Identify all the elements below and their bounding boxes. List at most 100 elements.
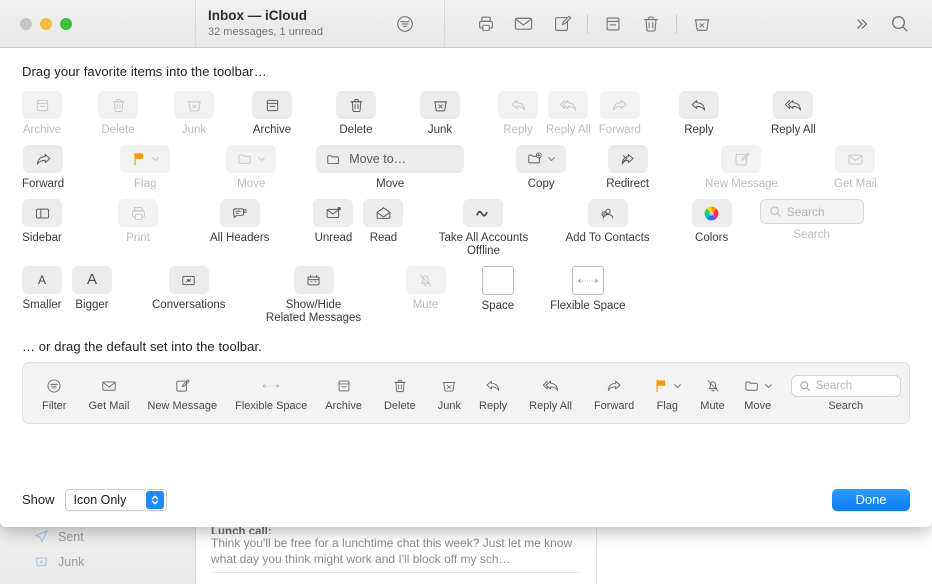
copy-folder-icon[interactable] <box>516 145 566 173</box>
search-field[interactable]: Search <box>791 375 901 397</box>
junk-icon[interactable] <box>683 9 721 39</box>
unread-icon[interactable] <box>313 199 353 227</box>
palette-item-reply[interactable]: Reply <box>679 85 719 137</box>
palette-item-add-to-contacts[interactable]: Add To Contacts <box>565 193 649 245</box>
palette-item-smaller[interactable]: ASmaller <box>22 260 62 312</box>
sidebar-item-junk[interactable]: Junk <box>0 549 195 574</box>
default-item-reply[interactable]: Reply <box>470 375 516 412</box>
palette-item-space[interactable]: Space <box>482 260 515 313</box>
palette-item-get-mail[interactable]: Get Mail <box>834 139 877 191</box>
default-item-reply-all[interactable]: Reply All <box>520 375 581 412</box>
palette-item-delete[interactable]: Delete <box>336 85 376 137</box>
offline-icon[interactable] <box>463 199 503 227</box>
read-icon[interactable] <box>363 199 403 227</box>
filter-icon[interactable] <box>386 9 424 39</box>
flag-icon[interactable] <box>120 145 170 173</box>
default-toolbar-set[interactable]: FilterGet MailNew MessageFlexible SpaceA… <box>22 362 910 424</box>
close-button[interactable] <box>20 18 32 30</box>
archive-icon[interactable] <box>252 91 292 119</box>
palette-item-forward[interactable]: Forward <box>599 85 641 137</box>
default-item-forward[interactable]: Forward <box>585 375 643 412</box>
print-icon[interactable] <box>467 9 505 39</box>
palette-item-move[interactable]: Move to…Move <box>316 139 464 191</box>
flexible-space-icon[interactable] <box>572 266 604 295</box>
palette-item-search[interactable]: SearchSearch <box>760 193 864 242</box>
get-mail-icon[interactable] <box>505 9 543 39</box>
trash-icon[interactable] <box>98 91 138 119</box>
default-item-filter[interactable]: Filter <box>33 375 75 412</box>
palette-item-move[interactable]: Move <box>226 139 276 191</box>
palette-item-flexible-space[interactable]: Flexible Space <box>550 260 625 313</box>
palette-item-conversations[interactable]: Conversations <box>152 260 226 312</box>
default-item-mute[interactable]: Mute <box>691 375 733 412</box>
junk-icon[interactable] <box>420 91 460 119</box>
default-item-new-message[interactable]: New Message <box>138 375 226 412</box>
text-bigger-icon[interactable]: A <box>72 266 112 294</box>
palette-item-colors[interactable]: Colors <box>692 193 732 245</box>
maximize-button[interactable] <box>60 18 72 30</box>
reply-icon[interactable] <box>498 91 538 119</box>
palette-item-read[interactable]: Read <box>363 193 403 245</box>
sidebar-item-sent[interactable]: Sent <box>0 524 195 549</box>
palette-item-all-headers[interactable]: All Headers <box>210 193 269 245</box>
palette-item-sidebar[interactable]: Sidebar <box>22 193 62 245</box>
palette-item-forward[interactable]: Forward <box>22 139 64 191</box>
space-icon[interactable] <box>482 266 514 295</box>
delete-icon[interactable] <box>632 9 670 39</box>
print-icon[interactable] <box>118 199 158 227</box>
palette-item-archive[interactable]: Archive <box>22 85 62 137</box>
palette-item-mute[interactable]: Mute <box>406 260 446 312</box>
search-icon[interactable] <box>880 9 918 39</box>
conversations-icon[interactable] <box>169 266 209 294</box>
new-message-icon[interactable] <box>543 9 581 39</box>
palette-item-new-message[interactable]: New Message <box>705 139 778 191</box>
search-icon[interactable]: Search <box>760 199 864 224</box>
archive-icon[interactable] <box>22 91 62 119</box>
folder-icon[interactable]: Move to… <box>316 145 464 173</box>
palette-item-reply-all[interactable]: Reply All <box>546 85 591 137</box>
default-item-get-mail[interactable]: Get Mail <box>79 375 138 412</box>
palette-item-reply[interactable]: Reply <box>498 85 538 137</box>
default-item-delete[interactable]: Delete <box>375 375 425 412</box>
minimize-button[interactable] <box>40 18 52 30</box>
palette-item-print[interactable]: Print <box>118 193 158 245</box>
palette-item-redirect[interactable]: Redirect <box>606 139 649 191</box>
palette-item-archive[interactable]: Archive <box>252 85 292 137</box>
done-button[interactable]: Done <box>832 489 910 511</box>
palette-item-junk[interactable]: Junk <box>420 85 460 137</box>
sidebar-icon[interactable] <box>22 199 62 227</box>
default-item-search[interactable]: SearchSearch <box>782 375 910 412</box>
reply-icon[interactable] <box>679 91 719 119</box>
palette-item-delete[interactable]: Delete <box>98 85 138 137</box>
related-messages-icon[interactable] <box>294 266 334 294</box>
background-message-list[interactable]: Lunch call: Think you'll be free for a l… <box>197 524 597 584</box>
default-item-archive[interactable]: Archive <box>316 375 371 412</box>
palette-item-show-hide-related-messages[interactable]: Show/Hide Related Messages <box>266 260 362 325</box>
get-mail-icon[interactable] <box>835 145 875 173</box>
default-item-flexible-space[interactable]: Flexible Space <box>226 375 316 412</box>
reply-all-icon[interactable] <box>773 91 813 119</box>
palette-item-take-all-accounts-offline[interactable]: Take All Accounts Offline <box>435 193 531 258</box>
default-item-move[interactable]: Move <box>734 375 782 412</box>
palette-item-bigger[interactable]: ABigger <box>72 260 112 312</box>
archive-icon[interactable] <box>594 9 632 39</box>
palette-item-copy[interactable]: Copy <box>516 139 566 191</box>
forward-icon[interactable] <box>23 145 63 173</box>
reply-all-icon[interactable] <box>548 91 588 119</box>
trash-icon[interactable] <box>336 91 376 119</box>
palette-item-reply-all[interactable]: Reply All <box>771 85 816 137</box>
colors-icon[interactable] <box>692 199 732 227</box>
forward-icon[interactable] <box>600 91 640 119</box>
folder-icon[interactable] <box>226 145 276 173</box>
all-headers-icon[interactable] <box>220 199 260 227</box>
overflow-icon[interactable] <box>842 9 880 39</box>
new-message-icon[interactable] <box>721 145 761 173</box>
mute-icon[interactable] <box>406 266 446 294</box>
palette-item-junk[interactable]: Junk <box>174 85 214 137</box>
default-item-junk[interactable]: Junk <box>429 375 470 412</box>
default-item-flag[interactable]: Flag <box>643 375 691 412</box>
text-smaller-icon[interactable]: A <box>22 266 62 294</box>
palette-item-unread[interactable]: Unread <box>313 193 353 245</box>
palette-item-flag[interactable]: Flag <box>120 139 170 191</box>
add-contact-icon[interactable] <box>588 199 628 227</box>
